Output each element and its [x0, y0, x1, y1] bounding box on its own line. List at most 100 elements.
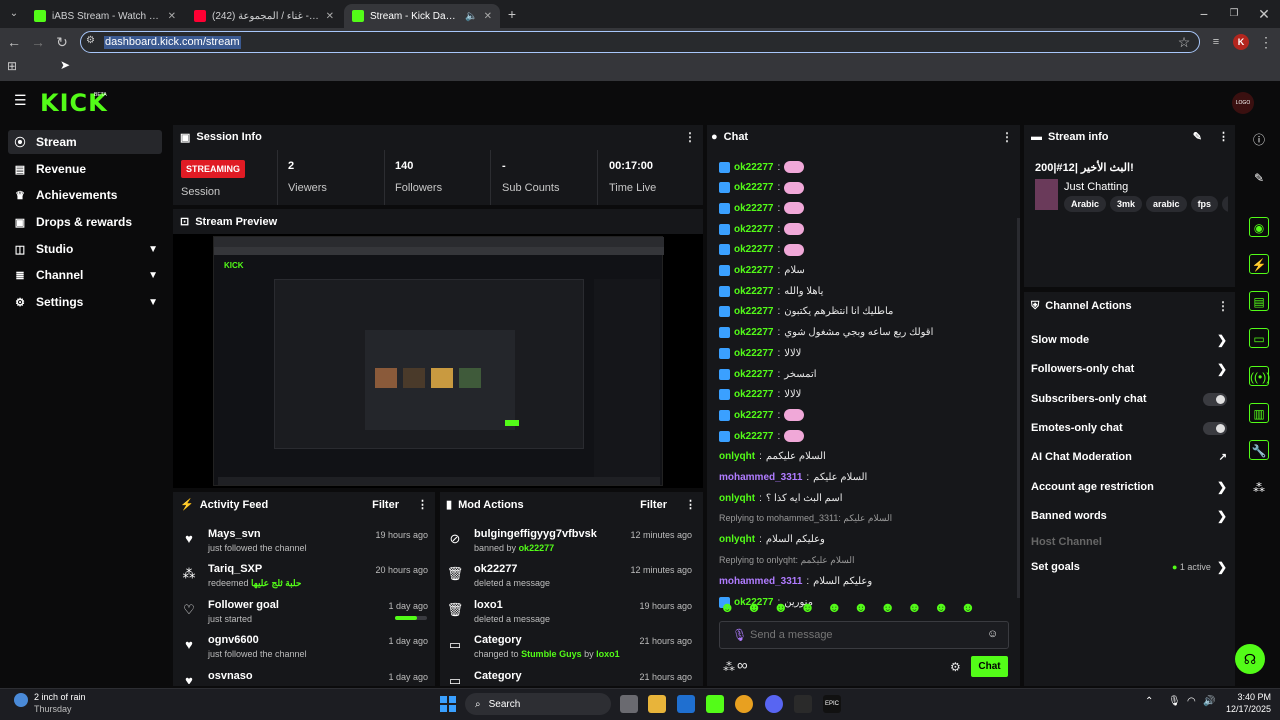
- tray-up-icon[interactable]: ⌃: [1145, 696, 1153, 707]
- subscribers-only-toggle[interactable]: [1203, 392, 1227, 406]
- chat-username[interactable]: ok22277: [734, 203, 773, 214]
- tab-0[interactable]: iABS Stream - Watch Live on Ki ✕: [26, 4, 184, 28]
- wrench-icon[interactable]: 🔧: [1249, 440, 1269, 460]
- chat-username[interactable]: ok22277: [734, 306, 773, 317]
- chat-username[interactable]: ok22277: [734, 348, 773, 359]
- layout-icon[interactable]: ▥: [1249, 403, 1269, 423]
- help-headset-icon[interactable]: ☊: [1235, 644, 1265, 674]
- maximize-icon[interactable]: ❐: [1224, 4, 1244, 24]
- kick-app-icon[interactable]: [706, 695, 724, 713]
- ai-moderation-row[interactable]: AI Chat Moderation ↗: [1031, 447, 1227, 467]
- sidebar-item-channel[interactable]: ≣ Channel ▼: [8, 263, 162, 287]
- emotes-only-toggle[interactable]: [1203, 421, 1227, 435]
- profile-avatar[interactable]: K: [1233, 34, 1249, 50]
- emote-icon[interactable]: ☻: [800, 599, 815, 617]
- more-options-icon[interactable]: ⋮: [1217, 299, 1229, 313]
- chat-username[interactable]: ok22277: [734, 162, 773, 173]
- chat-username[interactable]: ok22277: [734, 327, 773, 338]
- sidebar-item-revenue[interactable]: ▤ Revenue: [8, 157, 162, 181]
- filter-button[interactable]: Filter: [372, 499, 399, 511]
- emote-icon[interactable]: ☻: [747, 599, 762, 617]
- back-icon[interactable]: ←: [4, 32, 24, 52]
- broadcast-icon[interactable]: ((•)): [1249, 366, 1270, 386]
- tab-1[interactable]: شومي له - غناء / المجموعة (242) ✕: [186, 4, 342, 28]
- discord-icon[interactable]: [765, 695, 783, 713]
- emote-icon[interactable]: ☻: [880, 599, 895, 617]
- emote-icon[interactable]: ☻: [773, 599, 788, 617]
- more-options-icon[interactable]: ⋮: [1001, 130, 1013, 144]
- taskbar-search[interactable]: ⌕ Search: [465, 693, 611, 715]
- file-explorer-icon[interactable]: [648, 695, 666, 713]
- close-icon[interactable]: ✕: [484, 11, 492, 22]
- volume-icon[interactable]: 🔊: [1203, 696, 1215, 707]
- media-icon[interactable]: ≡: [1206, 32, 1226, 52]
- apps-grid-icon[interactable]: ⊞: [7, 59, 17, 73]
- chat-username[interactable]: onlyqht: [719, 451, 755, 462]
- chat-username[interactable]: ok22277: [734, 389, 773, 400]
- edit-icon[interactable]: ✎: [1193, 130, 1202, 143]
- window-close-icon[interactable]: ✕: [1254, 4, 1274, 24]
- chat-username[interactable]: ok22277: [734, 224, 773, 235]
- tab-2[interactable]: Stream - Kick Dashboard 🔈 ✕: [344, 4, 500, 28]
- forward-icon[interactable]: →: [28, 32, 48, 52]
- clock-date[interactable]: 12/17/2025: [1222, 704, 1271, 714]
- lightning-icon[interactable]: ⚡: [1249, 254, 1269, 274]
- hamburger-menu-icon[interactable]: ☰: [14, 92, 27, 109]
- url-text[interactable]: dashboard.kick.com/stream: [104, 36, 241, 49]
- chat-username[interactable]: mohammed_3311: [719, 472, 802, 483]
- chat-username[interactable]: ok22277: [734, 431, 773, 442]
- epic-games-icon[interactable]: EPIC: [823, 695, 841, 713]
- chat-scrollbar[interactable]: [1017, 218, 1020, 598]
- task-view-icon[interactable]: [620, 695, 638, 713]
- chat-username[interactable]: ok22277: [734, 265, 773, 276]
- close-icon[interactable]: ✕: [326, 11, 334, 22]
- menu-icon[interactable]: ⋮: [1256, 32, 1276, 52]
- banned-words-row[interactable]: Banned words ❯: [1031, 506, 1227, 526]
- more-options-icon[interactable]: ⋮: [685, 498, 696, 511]
- camera-icon[interactable]: ◉: [1249, 217, 1269, 237]
- chat-username[interactable]: onlyqht: [719, 534, 755, 545]
- chat-username[interactable]: ok22277: [734, 244, 773, 255]
- chat-username[interactable]: mohammed_3311: [719, 576, 802, 587]
- redeem-icon[interactable]: ⁂: [723, 660, 735, 674]
- send-chat-button[interactable]: Chat: [971, 656, 1008, 677]
- category-name[interactable]: Just Chatting: [1064, 181, 1128, 193]
- filter-button[interactable]: Filter: [640, 499, 667, 511]
- account-age-row[interactable]: Account age restriction ❯: [1031, 477, 1227, 497]
- document-icon[interactable]: ▤: [1249, 291, 1269, 311]
- more-options-icon[interactable]: ⋮: [1218, 130, 1229, 143]
- chat-username[interactable]: ok22277: [734, 182, 773, 193]
- emote-icon[interactable]: ☻: [827, 599, 842, 617]
- chat-username[interactable]: ok22277: [734, 369, 773, 380]
- more-options-icon[interactable]: ⋮: [684, 130, 696, 144]
- stream-preview-video[interactable]: KICK: [173, 234, 703, 488]
- sidebar-item-settings[interactable]: ⚙ Settings ▼: [8, 290, 162, 314]
- chat-message-input[interactable]: [750, 626, 970, 644]
- new-tab-icon[interactable]: +: [502, 4, 522, 24]
- sidebar-item-stream[interactable]: ⦿ Stream: [8, 130, 162, 154]
- sidebar-item-studio[interactable]: ◫ Studio ▼: [8, 237, 162, 261]
- emote-icon[interactable]: ☻: [961, 599, 976, 617]
- chat-settings-icon[interactable]: ⚙: [950, 660, 961, 674]
- windows-start-icon[interactable]: [440, 696, 456, 712]
- emote-icon[interactable]: ☻: [907, 599, 922, 617]
- bookmark-star-icon[interactable]: ☆: [1174, 32, 1194, 52]
- info-icon[interactable]: ⓘ: [1249, 130, 1269, 150]
- address-bar[interactable]: [80, 31, 1200, 53]
- sidebar-item-achievements[interactable]: ♛ Achievements: [8, 183, 162, 207]
- followers-only-row[interactable]: Followers-only chat ❯: [1031, 359, 1227, 379]
- chat-icon[interactable]: ▭: [1249, 328, 1269, 348]
- reload-icon[interactable]: ↻: [52, 32, 72, 52]
- microphone-icon[interactable]: 🎙: [732, 628, 747, 642]
- emote-icon[interactable]: ☻: [934, 599, 949, 617]
- microphone-tray-icon[interactable]: 🎙: [1168, 696, 1181, 707]
- app-icon[interactable]: [794, 695, 812, 713]
- emote-icon[interactable]: ☻: [854, 599, 869, 617]
- weather-text[interactable]: 2 inch of rain: [34, 692, 86, 702]
- chrome-icon[interactable]: [735, 695, 753, 713]
- edit-icon[interactable]: ✎: [1249, 168, 1269, 188]
- chat-username[interactable]: ok22277: [734, 286, 773, 297]
- minimize-icon[interactable]: −: [1194, 4, 1214, 24]
- clock-time[interactable]: 3:40 PM: [1227, 692, 1271, 702]
- chat-username[interactable]: onlyqht: [719, 493, 755, 504]
